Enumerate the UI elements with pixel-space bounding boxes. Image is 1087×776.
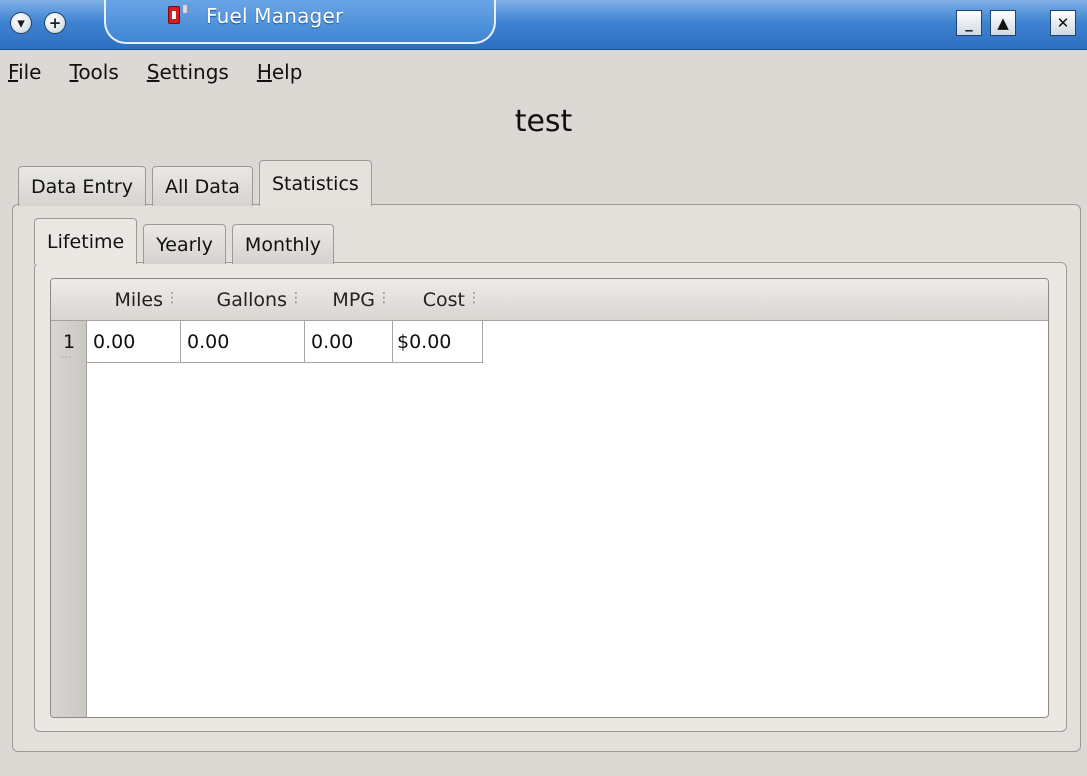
menu-file-mnemonic: F xyxy=(8,60,19,84)
cell-cost[interactable]: $0.00 xyxy=(393,321,483,363)
row-header-gutter xyxy=(51,321,87,717)
fuel-pump-nozzle-icon xyxy=(183,5,187,13)
close-icon[interactable]: ✕ xyxy=(1050,10,1076,36)
menu-file-label: ile xyxy=(18,60,42,84)
tab-statistics[interactable]: Statistics xyxy=(258,160,372,206)
menu-settings[interactable]: Settings xyxy=(147,60,229,84)
fuel-pump-icon xyxy=(168,6,180,24)
column-header-cost[interactable]: Cost xyxy=(393,279,483,321)
status-bar xyxy=(0,756,1087,776)
menu-settings-label: ettings xyxy=(159,60,229,84)
plus-icon[interactable]: + xyxy=(44,12,66,34)
menu-file[interactable]: File xyxy=(8,60,41,84)
title-bar[interactable]: ▾ + Fuel Manager _ ▲ ✕ xyxy=(0,0,1087,50)
sub-tab-bar: Lifetime Yearly Monthly xyxy=(34,216,340,264)
tab-all-data[interactable]: All Data xyxy=(151,166,253,206)
column-header-mpg[interactable]: MPG xyxy=(305,279,393,321)
menubar: File Tools Settings Help xyxy=(0,52,1087,92)
tab-data-entry[interactable]: Data Entry xyxy=(18,166,146,206)
column-header-miles[interactable]: Miles xyxy=(87,279,181,321)
menu-settings-mnemonic: S xyxy=(146,60,160,84)
statistics-table[interactable]: Miles Gallons MPG Cost 1 ··· 0.00 0.00 0… xyxy=(50,278,1049,718)
cell-miles[interactable]: 0.00 xyxy=(87,321,181,363)
chevron-down-icon[interactable]: ▾ xyxy=(10,12,32,34)
column-header-gallons[interactable]: Gallons xyxy=(181,279,305,321)
page-heading: test xyxy=(514,104,573,139)
tab-yearly[interactable]: Yearly xyxy=(143,224,226,264)
menu-help[interactable]: Help xyxy=(257,60,303,84)
menu-tools[interactable]: Tools xyxy=(69,60,118,84)
table-corner[interactable] xyxy=(51,279,87,321)
minimize-icon[interactable]: _ xyxy=(956,10,982,36)
tab-lifetime[interactable]: Lifetime xyxy=(34,218,138,264)
tab-monthly[interactable]: Monthly xyxy=(231,224,334,264)
window-title: Fuel Manager xyxy=(206,4,344,28)
menu-help-label: elp xyxy=(271,60,303,84)
maximize-icon[interactable]: ▲ xyxy=(990,10,1016,36)
menu-help-mnemonic: H xyxy=(256,60,272,84)
menu-tools-label: ools xyxy=(78,60,119,84)
row-resize-handle[interactable]: ··· xyxy=(61,353,72,362)
cell-gallons[interactable]: 0.00 xyxy=(181,321,305,363)
table-header: Miles Gallons MPG Cost xyxy=(51,279,1048,321)
menu-tools-mnemonic: T xyxy=(69,60,79,84)
main-tab-bar: Data Entry All Data Statistics xyxy=(18,160,378,206)
cell-mpg[interactable]: 0.00 xyxy=(305,321,393,363)
